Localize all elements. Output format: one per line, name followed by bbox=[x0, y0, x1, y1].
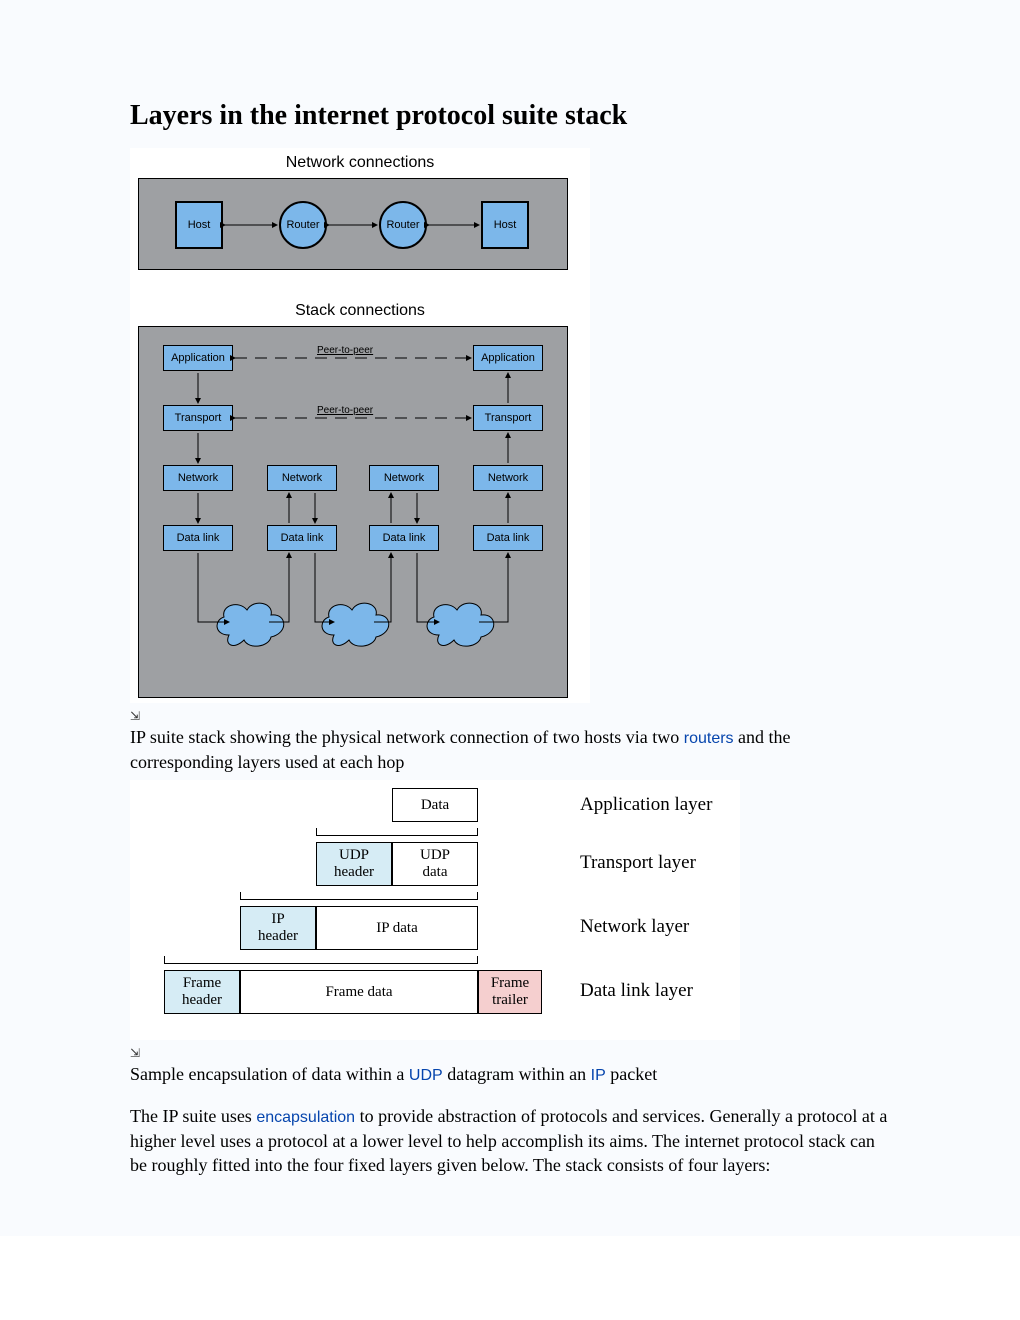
body-pre: The IP suite uses bbox=[130, 1106, 256, 1126]
caption2-post: packet bbox=[606, 1064, 657, 1084]
ip-header-box: IP header bbox=[240, 906, 316, 950]
caption1: IP suite stack showing the physical netw… bbox=[130, 725, 890, 774]
ip-data-box: IP data bbox=[316, 906, 478, 950]
transport-layer-label: Transport layer bbox=[580, 852, 696, 874]
udp-link[interactable]: UDP bbox=[409, 1067, 443, 1084]
network-layer-label: Network layer bbox=[580, 916, 689, 938]
caption2-mid: datagram within an bbox=[443, 1064, 591, 1084]
wrap-line bbox=[316, 828, 478, 836]
caption2: Sample encapsulation of data within a UD… bbox=[130, 1062, 890, 1087]
ip-link[interactable]: IP bbox=[591, 1067, 606, 1084]
diagram1-top-panel: Host Router Router Host bbox=[138, 178, 568, 270]
expand-icon[interactable]: ⇲ bbox=[130, 709, 890, 723]
body-paragraph: The IP suite uses encapsulation to provi… bbox=[130, 1104, 890, 1177]
udp-header-box: UDP header bbox=[316, 842, 392, 886]
encapsulation-link[interactable]: encapsulation bbox=[256, 1109, 355, 1126]
encapsulation-diagram: Data Application layer UDP header UDP da… bbox=[130, 780, 740, 1040]
frame-data-box: Frame data bbox=[240, 970, 478, 1014]
frame-trailer-box: Frame trailer bbox=[478, 970, 542, 1014]
diagram1-bottom-panel: Application Application Peer-to-peer Tra… bbox=[138, 326, 568, 698]
diagram1-title-top: Network connections bbox=[130, 154, 590, 172]
application-layer-label: Application layer bbox=[580, 794, 712, 816]
caption2-pre: Sample encapsulation of data within a bbox=[130, 1064, 409, 1084]
routers-link[interactable]: routers bbox=[684, 730, 734, 747]
datalink-layer-label: Data link layer bbox=[580, 980, 693, 1002]
data-box: Data bbox=[392, 788, 478, 822]
frame-header-box: Frame header bbox=[164, 970, 240, 1014]
expand-icon[interactable]: ⇲ bbox=[130, 1046, 890, 1060]
page-title: Layers in the internet protocol suite st… bbox=[130, 100, 890, 132]
network-stack-diagram: Network connections Host Router Router H… bbox=[130, 148, 590, 703]
wrap-line bbox=[240, 892, 478, 900]
wrap-line bbox=[164, 956, 478, 964]
udp-data-box: UDP data bbox=[392, 842, 478, 886]
diagram1-title-bottom: Stack connections bbox=[130, 302, 590, 320]
caption1-text: IP suite stack showing the physical netw… bbox=[130, 727, 684, 747]
